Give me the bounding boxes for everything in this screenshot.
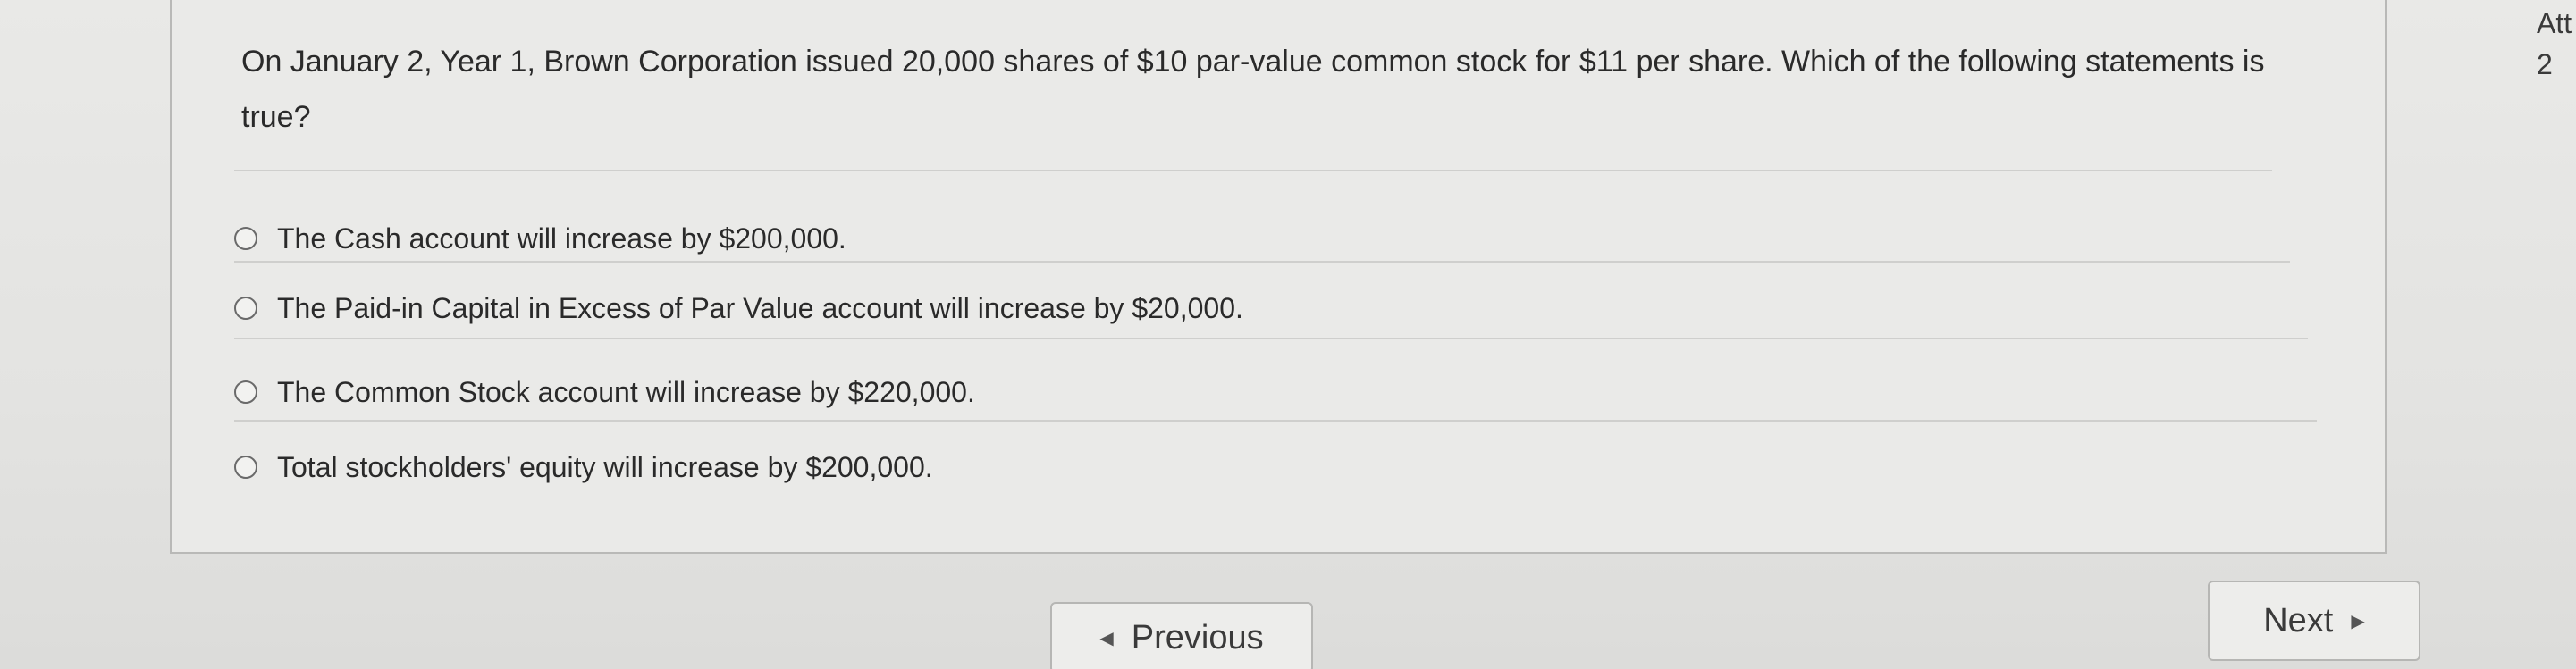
quiz-page: On January 2, Year 1, Brown Corporation … — [0, 0, 2576, 669]
answer-option-3[interactable]: The Common Stock account will increase b… — [234, 361, 975, 423]
radio-button-2[interactable] — [234, 297, 257, 320]
radio-button-4[interactable] — [234, 456, 257, 479]
side-panel-value: 2 — [2537, 48, 2553, 80]
side-panel-label: Att — [2537, 7, 2572, 39]
answer-option-3-label[interactable]: The Common Stock account will increase b… — [277, 376, 975, 409]
next-button[interactable]: Next ▶ — [2208, 581, 2420, 661]
triangle-right-icon: ▶ — [2351, 611, 2365, 631]
previous-button-label[interactable]: Previous — [1132, 619, 1264, 657]
question-text: On January 2, Year 1, Brown Corporation … — [241, 45, 2265, 134]
option-divider-3 — [234, 420, 2317, 422]
question-card: On January 2, Year 1, Brown Corporation … — [170, 0, 2387, 554]
option-divider-1 — [234, 261, 2290, 263]
previous-button[interactable]: ◀ Previous — [1050, 602, 1313, 669]
question-divider — [234, 170, 2272, 171]
answer-option-4-label[interactable]: Total stockholders' equity will increase… — [277, 451, 933, 484]
radio-button-1[interactable] — [234, 227, 257, 250]
radio-button-3[interactable] — [234, 380, 257, 404]
option-divider-2 — [234, 338, 2308, 339]
answer-option-2[interactable]: The Paid-in Capital in Excess of Par Val… — [234, 277, 1243, 339]
answer-option-1-label[interactable]: The Cash account will increase by $200,0… — [277, 222, 846, 255]
answer-option-2-label[interactable]: The Paid-in Capital in Excess of Par Val… — [277, 292, 1243, 325]
triangle-left-icon: ◀ — [1099, 628, 1114, 648]
next-button-label[interactable]: Next — [2263, 602, 2333, 640]
answer-option-4[interactable]: Total stockholders' equity will increase… — [234, 436, 933, 498]
